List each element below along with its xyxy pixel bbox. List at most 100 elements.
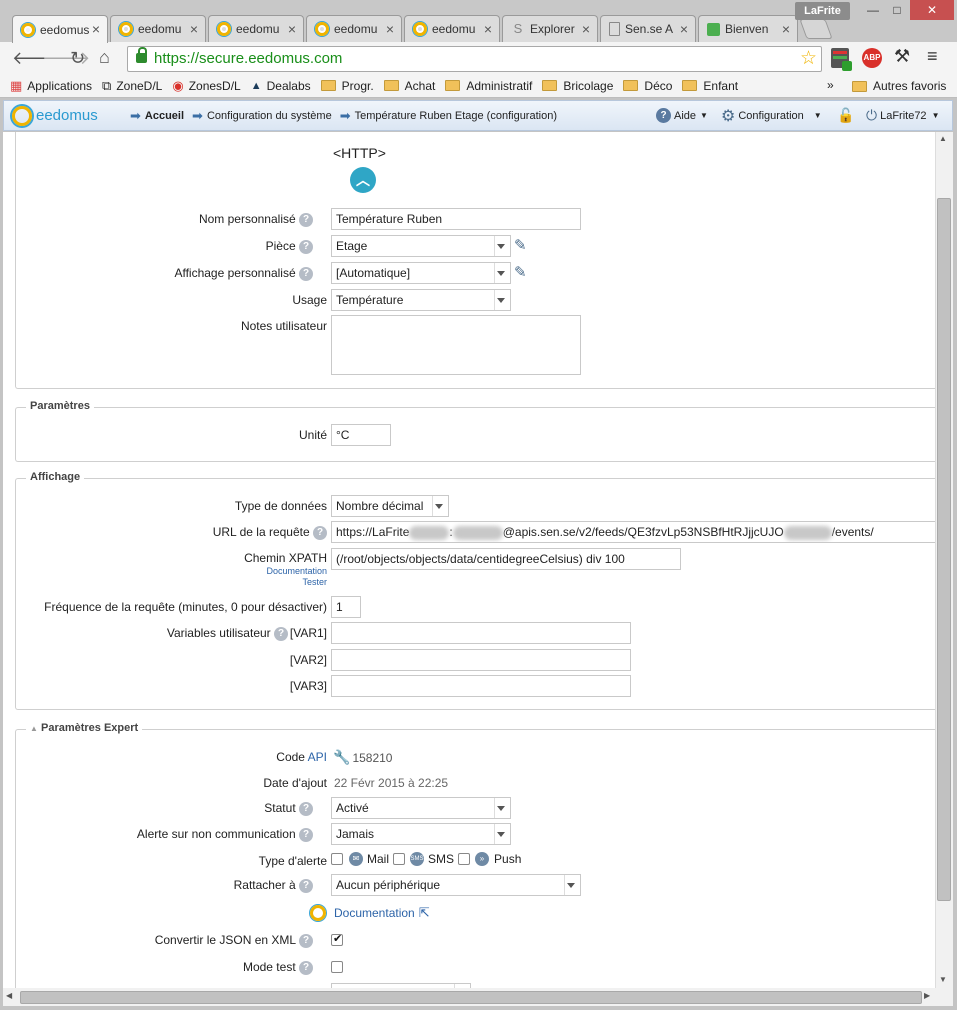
xpath-doc-link[interactable]: Documentation xyxy=(266,566,327,576)
bookmark-item[interactable]: Progr. xyxy=(320,79,374,93)
wrench-icon[interactable]: 🔧 xyxy=(333,749,350,766)
help-icon[interactable]: ? xyxy=(299,239,313,254)
push-checkbox[interactable] xyxy=(458,853,471,865)
close-tab-icon[interactable]: × xyxy=(484,21,492,37)
statut-select[interactable]: Activé xyxy=(331,797,511,819)
breadcrumb-config[interactable]: ➡ Configuration du système xyxy=(192,108,332,124)
other-bookmarks[interactable]: Autres favoris xyxy=(852,79,946,93)
bookmark-item[interactable]: Achat xyxy=(383,79,435,93)
home-icon[interactable]: ⌂ xyxy=(99,47,110,67)
browser-tab[interactable]: Sen.se A × xyxy=(600,15,696,42)
url-input[interactable]: https://LaFrite: @apis.sen.se/v2/feeds/QE… xyxy=(331,521,935,543)
mode-test-checkbox[interactable] xyxy=(331,961,343,973)
help-icon[interactable]: ? xyxy=(299,827,313,842)
tab-label: Bienven xyxy=(725,22,769,36)
collapse-up-icon[interactable]: ︿ xyxy=(350,167,376,193)
help-icon[interactable]: ? xyxy=(299,878,313,893)
user-menu[interactable]: ⏻ LaFrite72 ▼ xyxy=(866,107,939,124)
breadcrumb-home[interactable]: ➡ Accueil xyxy=(130,108,184,124)
close-window-icon[interactable]: ✕ xyxy=(910,0,954,20)
nom-input[interactable]: Température Ruben xyxy=(331,208,581,230)
extension-tool-icon[interactable]: ⚒ xyxy=(894,46,910,67)
var3-input[interactable] xyxy=(331,675,631,697)
browser-tab[interactable]: eedomus × xyxy=(12,15,108,43)
edit-pencil-icon[interactable]: ✎ xyxy=(514,236,527,254)
documentation-link[interactable]: Documentation xyxy=(334,906,415,920)
close-tab-icon[interactable]: × xyxy=(92,21,100,37)
close-tab-icon[interactable]: × xyxy=(386,21,394,37)
help-icon[interactable]: ? xyxy=(299,266,313,281)
bookmark-item[interactable]: ▦ Applications xyxy=(10,78,92,94)
maximize-icon[interactable]: □ xyxy=(886,0,908,20)
mail-checkbox[interactable] xyxy=(331,853,343,865)
date-label: Date d'ajout xyxy=(263,776,327,790)
horizontal-scroll-thumb[interactable] xyxy=(20,991,922,1004)
unite-input[interactable]: °C xyxy=(331,424,391,446)
bookmark-item[interactable]: ▲ Dealabs xyxy=(251,79,311,93)
minimize-icon[interactable]: — xyxy=(862,0,884,20)
browser-tab[interactable]: eedomu × xyxy=(306,15,402,42)
bookmark-item[interactable]: Enfant xyxy=(682,79,738,93)
json-checkbox[interactable] xyxy=(331,932,343,946)
close-tab-icon[interactable]: × xyxy=(680,21,688,37)
xpath-tester-link[interactable]: Tester xyxy=(302,577,327,587)
var1-input[interactable] xyxy=(331,622,631,644)
alerte-select[interactable]: Jamais xyxy=(331,823,511,845)
breadcrumb-current[interactable]: ➡ Température Ruben Etage (configuration… xyxy=(340,108,557,124)
help-icon[interactable]: ? xyxy=(299,933,313,948)
bookmark-item[interactable]: Bricolage xyxy=(542,79,613,93)
bookmark-item[interactable]: Administratif xyxy=(445,79,532,93)
bookmark-item[interactable]: ◉ ZonesD/L xyxy=(172,78,240,94)
scroll-down-icon[interactable]: ▼ xyxy=(939,975,947,984)
scroll-right-icon[interactable]: ▶ xyxy=(924,991,930,1000)
sms-checkbox[interactable] xyxy=(393,853,406,865)
usage-select[interactable]: Température xyxy=(331,289,511,311)
close-tab-icon[interactable]: × xyxy=(288,21,296,37)
external-link-icon[interactable]: ⇱ xyxy=(419,905,430,921)
scroll-left-icon[interactable]: ◀ xyxy=(6,991,12,1000)
reload-icon[interactable]: ↻ xyxy=(70,48,85,68)
close-tab-icon[interactable]: × xyxy=(782,21,790,37)
affichage-select[interactable]: [Automatique] xyxy=(331,262,511,284)
address-bar[interactable]: https://secure.eedomus.com ☆ xyxy=(127,46,822,72)
help-icon[interactable]: ? xyxy=(313,525,327,540)
bookmarks-bar: ▦ Applications ⧉ ZoneD/L ◉ ZonesD/L ▲ Dealabs Pr… xyxy=(0,74,957,98)
type-donnees-select[interactable]: Nombre décimal xyxy=(331,495,449,517)
redacted-blur xyxy=(783,525,832,540)
folder-icon xyxy=(445,80,461,91)
bookmark-star-icon[interactable]: ☆ xyxy=(800,47,817,71)
configuration-menu[interactable]: ⚙ Configuration ▼ xyxy=(721,106,822,126)
piece-select[interactable]: Etage xyxy=(331,235,511,257)
vertical-scroll-thumb[interactable] xyxy=(937,198,951,901)
help-icon[interactable]: ? xyxy=(299,212,313,227)
scroll-up-icon[interactable]: ▲ xyxy=(939,134,947,143)
help-menu[interactable]: ? Aide ▼ xyxy=(656,108,708,123)
bookmark-item[interactable]: Déco xyxy=(623,79,672,93)
browser-tab[interactable]: S Explorer × xyxy=(502,15,598,42)
menu-icon[interactable]: ≡ xyxy=(927,46,938,67)
frequence-input[interactable]: 1 xyxy=(331,596,361,618)
notes-textarea[interactable] xyxy=(331,315,581,375)
help-icon[interactable]: ? xyxy=(299,960,313,975)
xpath-input[interactable]: (/root/objects/objects/data/centidegreeC… xyxy=(331,548,681,570)
extension-icon[interactable] xyxy=(831,48,852,71)
lock-menu-icon[interactable]: 🔓 xyxy=(837,107,854,124)
adblock-icon[interactable]: ABP xyxy=(862,48,882,68)
browser-tab[interactable]: eedomu × xyxy=(110,15,206,42)
edit-pencil-icon[interactable]: ✎ xyxy=(514,263,527,281)
bookmark-item[interactable]: ⧉ ZoneD/L xyxy=(102,78,162,94)
browser-tab[interactable]: eedomu × xyxy=(208,15,304,42)
browser-tab[interactable]: eedomu × xyxy=(404,15,500,42)
close-tab-icon[interactable]: × xyxy=(582,21,590,37)
var2-input[interactable] xyxy=(331,649,631,671)
close-tab-icon[interactable]: × xyxy=(190,21,198,37)
expert-legend[interactable]: ▲ Paramètres Expert xyxy=(26,722,143,734)
browser-tab[interactable]: Bienven × xyxy=(698,15,798,42)
bookmarks-more[interactable]: » xyxy=(827,78,834,92)
help-icon[interactable]: ? xyxy=(299,801,313,816)
api-link[interactable]: API xyxy=(308,750,327,764)
rattacher-select[interactable]: Aucun périphérique xyxy=(331,874,581,896)
help-icon[interactable]: ? xyxy=(274,626,288,641)
profile-badge[interactable]: LaFrite xyxy=(795,2,850,20)
eedomus-logo[interactable]: eedomus xyxy=(12,105,122,126)
